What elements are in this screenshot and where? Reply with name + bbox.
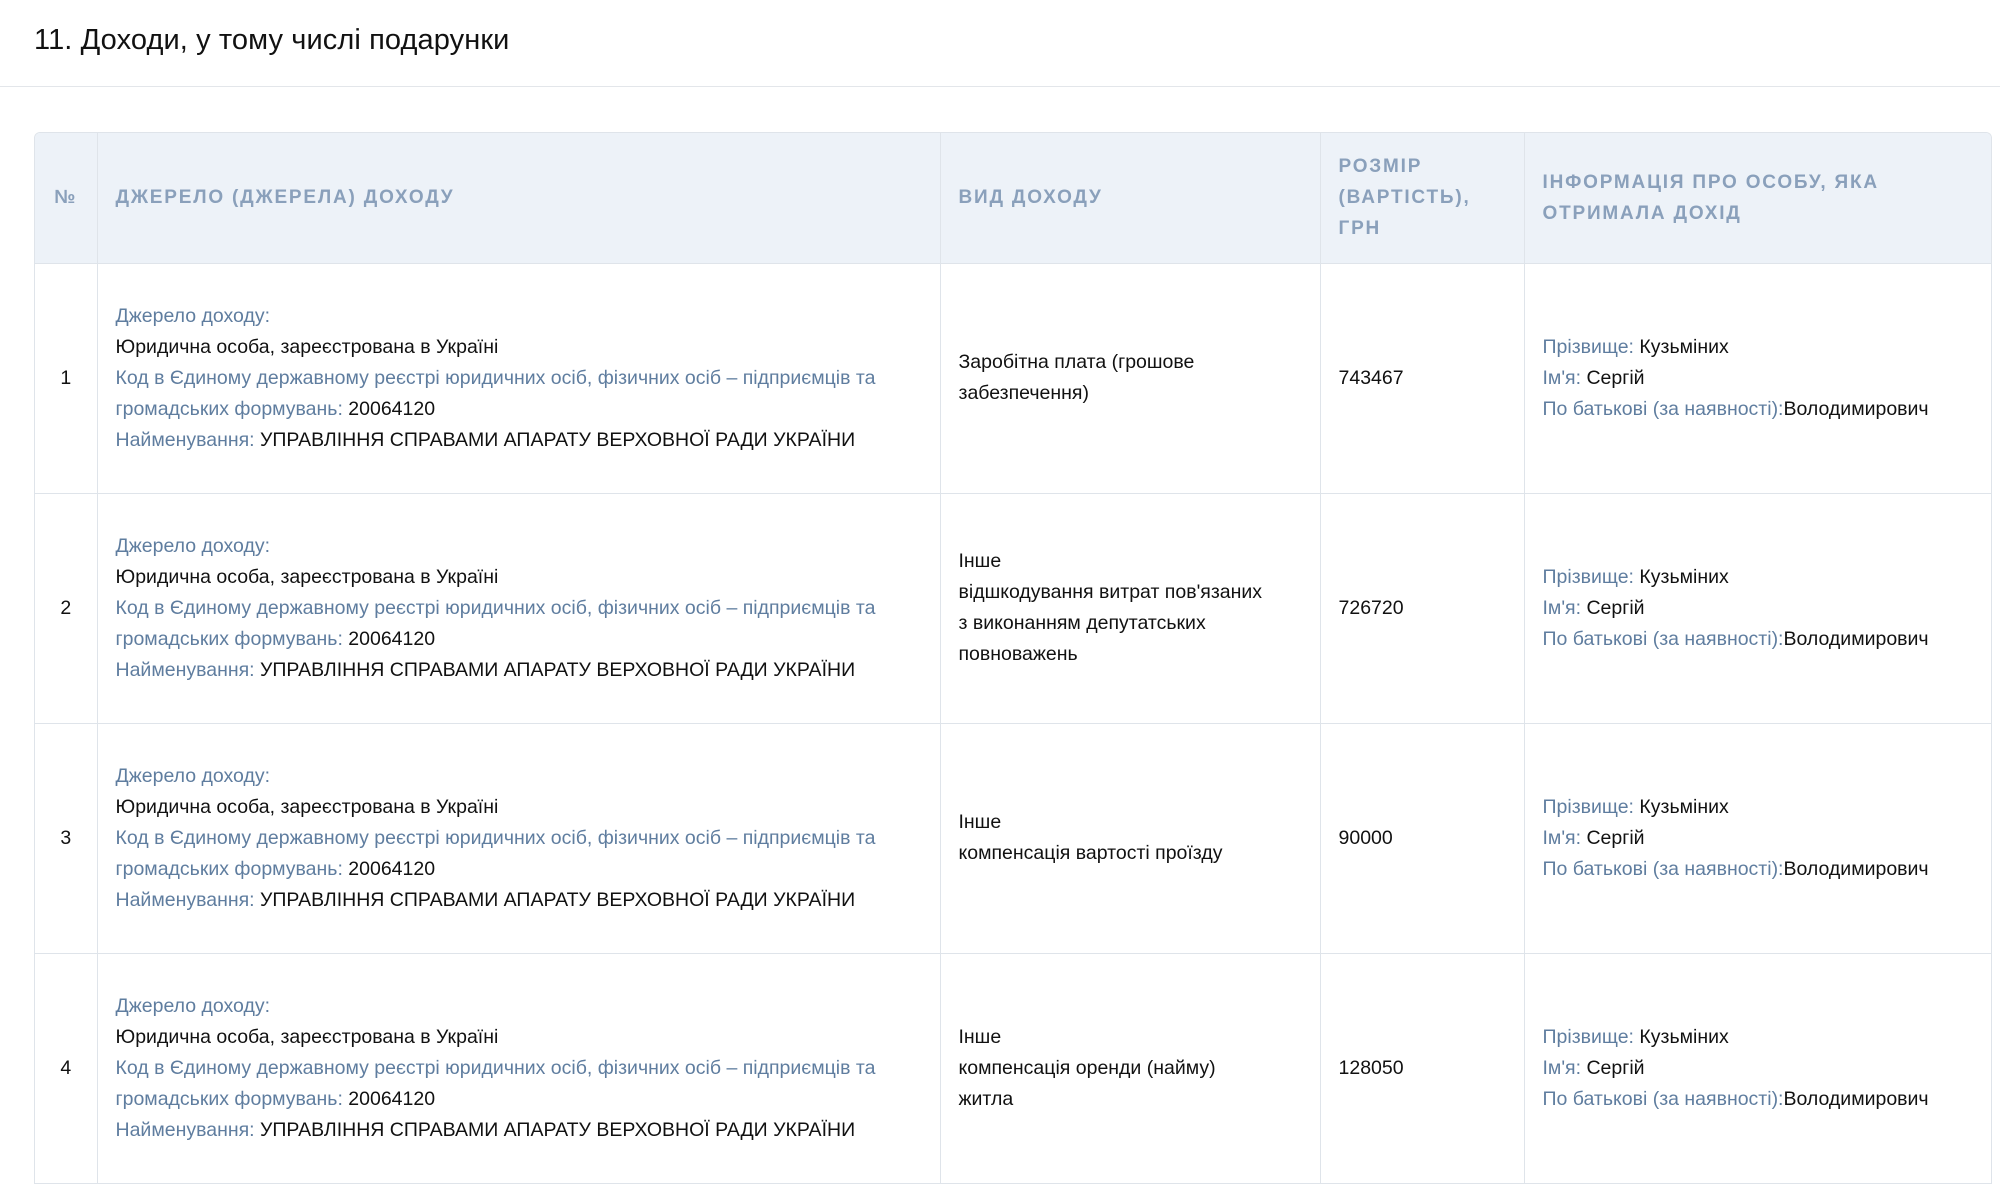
income-amount: 90000 <box>1320 723 1525 954</box>
surname-label: Прізвище: <box>1542 1025 1634 1048</box>
source-type: Юридична особа, зареєстрована в Україні <box>115 795 499 818</box>
header-source: Джерело (джерела) доходу <box>97 133 941 264</box>
source-label: Джерело доходу: <box>115 304 271 327</box>
income-type-line: повноважень <box>958 643 1078 665</box>
income-type-line: забезпечення) <box>958 382 1089 404</box>
recipient-first-name: Сергій <box>1586 596 1645 619</box>
patronymic-label: По батькові (за наявності): <box>1542 627 1784 650</box>
income-type-line: з виконанням депутатських <box>958 612 1206 634</box>
income-type-line: житла <box>958 1087 1014 1110</box>
section-header: 11. Доходи, у тому числі подарунки <box>0 0 2000 87</box>
income-type-line: компенсація вартості проїзду <box>958 842 1223 864</box>
source-type: Юридична особа, зареєстрована в Україні <box>115 1025 499 1048</box>
organization-name: УПРАВЛІННЯ СПРАВАМИ АПАРАТУ ВЕРХОВНОЇ РА… <box>260 658 856 681</box>
table-row: 2 Джерело доходу: Юридична особа, зареєстр… <box>35 493 1991 724</box>
recipient-surname: Кузьміних <box>1639 1025 1729 1048</box>
income-type-line: Інше <box>958 811 1002 833</box>
recipient-patronymic: Володимирович <box>1783 857 1929 880</box>
recipient-surname: Кузьміних <box>1639 795 1729 818</box>
income-source-cell: Джерело доходу: Юридична особа, зареєстро… <box>97 953 941 1184</box>
table-row: 4 Джерело доходу: Юридична особа, зареєстр… <box>35 953 1991 1184</box>
patronymic-label: По батькові (за наявності): <box>1542 1087 1784 1110</box>
income-source-cell: Джерело доходу: Юридична особа, зареєстро… <box>97 493 941 724</box>
row-number: 1 <box>35 263 98 494</box>
code-label: Код в Єдиному державному реєстрі юридичн… <box>115 826 876 880</box>
code-label: Код в Єдиному державному реєстрі юридичн… <box>115 366 876 420</box>
organization-name: УПРАВЛІННЯ СПРАВАМИ АПАРАТУ ВЕРХОВНОЇ РА… <box>260 888 856 911</box>
source-type: Юридична особа, зареєстрована в Україні <box>115 335 499 358</box>
income-source-cell: Джерело доходу: Юридична особа, зареєстро… <box>97 263 941 494</box>
income-type-line: компенсація оренди (найму) <box>958 1056 1216 1079</box>
registry-code: 20064120 <box>348 1087 436 1110</box>
recipient-patronymic: Володимирович <box>1783 397 1929 420</box>
income-type-cell: Інше компенсація вартості проїзду <box>940 723 1321 954</box>
registry-code: 20064120 <box>348 857 436 880</box>
income-type-cell: Інше компенсація оренди (найму) житла <box>940 953 1321 1184</box>
name-label: Найменування: <box>115 428 255 451</box>
income-table: № Джерело (джерела) доходу Вид доходу Ро… <box>35 133 1991 1184</box>
first-name-label: Ім'я: <box>1542 826 1582 849</box>
income-type-line: Інше <box>958 550 1002 572</box>
recipient-patronymic: Володимирович <box>1783 1087 1929 1110</box>
code-label: Код в Єдиному державному реєстрі юридичн… <box>115 596 876 650</box>
income-amount: 128050 <box>1320 953 1525 1184</box>
recipient-cell: Прізвище: Кузьміних Ім'я: Сергій По батько… <box>1524 953 1991 1184</box>
income-type-line: відшкодування витрат пов'язаних <box>958 581 1263 603</box>
first-name-label: Ім'я: <box>1542 1056 1582 1079</box>
header-amount: Розмір (вартість), грн <box>1320 133 1525 264</box>
registry-code: 20064120 <box>348 397 436 420</box>
source-label: Джерело доходу: <box>115 994 271 1017</box>
income-type-line: Інше <box>958 1025 1002 1048</box>
surname-label: Прізвище: <box>1542 335 1634 358</box>
header-recipient: Інформація про особу, яка отримала дохід <box>1524 133 1991 264</box>
recipient-cell: Прізвище: Кузьміних Ім'я: Сергій По батько… <box>1524 263 1991 494</box>
recipient-surname: Кузьміних <box>1639 565 1729 588</box>
recipient-surname: Кузьміних <box>1639 335 1729 358</box>
income-amount: 743467 <box>1320 263 1525 494</box>
row-number: 3 <box>35 723 98 954</box>
income-type-cell: Заробітна плата (грошове забезпечення) <box>940 263 1321 494</box>
income-amount: 726720 <box>1320 493 1525 724</box>
source-label: Джерело доходу: <box>115 534 271 557</box>
income-source-cell: Джерело доходу: Юридична особа, зареєстро… <box>97 723 941 954</box>
recipient-first-name: Сергій <box>1586 1056 1645 1079</box>
organization-name: УПРАВЛІННЯ СПРАВАМИ АПАРАТУ ВЕРХОВНОЇ РА… <box>260 1118 856 1141</box>
registry-code: 20064120 <box>348 627 436 650</box>
first-name-label: Ім'я: <box>1542 596 1582 619</box>
row-number: 2 <box>35 493 98 724</box>
income-table-container: № Джерело (джерела) доходу Вид доходу Ро… <box>34 132 1992 1184</box>
income-type-line: Заробітна плата (грошове <box>958 351 1195 373</box>
table-row: 3 Джерело доходу: Юридична особа, зареєстр… <box>35 723 1991 954</box>
recipient-patronymic: Володимирович <box>1783 627 1929 650</box>
first-name-label: Ім'я: <box>1542 366 1582 389</box>
name-label: Найменування: <box>115 658 255 681</box>
header-num: № <box>35 133 98 264</box>
code-label: Код в Єдиному державному реєстрі юридичн… <box>115 1056 876 1110</box>
table-header-row: № Джерело (джерела) доходу Вид доходу Ро… <box>35 133 1991 264</box>
recipient-first-name: Сергій <box>1586 366 1645 389</box>
surname-label: Прізвище: <box>1542 795 1634 818</box>
surname-label: Прізвище: <box>1542 565 1634 588</box>
section-title: 11. Доходи, у тому числі подарунки <box>34 24 510 56</box>
table-row: 1 Джерело доходу: Юридична особа, зареєстр… <box>35 263 1991 494</box>
row-number: 4 <box>35 953 98 1184</box>
header-type: Вид доходу <box>940 133 1321 264</box>
name-label: Найменування: <box>115 1118 255 1141</box>
patronymic-label: По батькові (за наявності): <box>1542 397 1784 420</box>
patronymic-label: По батькові (за наявності): <box>1542 857 1784 880</box>
source-type: Юридична особа, зареєстрована в Україні <box>115 565 499 588</box>
name-label: Найменування: <box>115 888 255 911</box>
recipient-cell: Прізвище: Кузьміних Ім'я: Сергій По батько… <box>1524 723 1991 954</box>
source-label: Джерело доходу: <box>115 764 271 787</box>
income-type-cell: Інше відшкодування витрат пов'язаних з вик… <box>940 493 1321 724</box>
organization-name: УПРАВЛІННЯ СПРАВАМИ АПАРАТУ ВЕРХОВНОЇ РА… <box>260 428 856 451</box>
recipient-first-name: Сергій <box>1586 826 1645 849</box>
recipient-cell: Прізвище: Кузьміних Ім'я: Сергій По батько… <box>1524 493 1991 724</box>
